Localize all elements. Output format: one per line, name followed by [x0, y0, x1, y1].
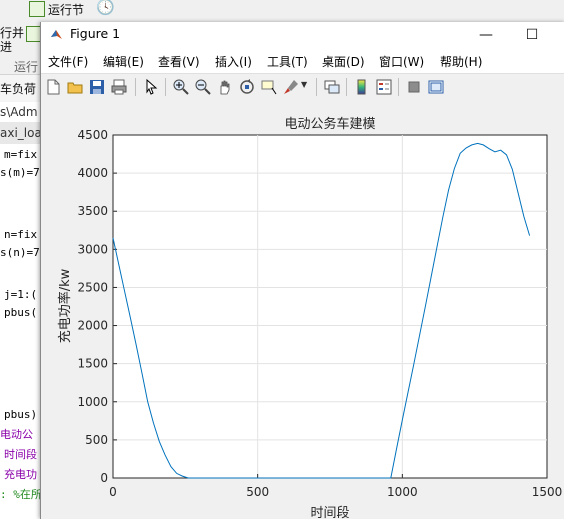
x-axis-label: 时间段 [310, 506, 349, 519]
run-section-icon[interactable] [29, 1, 45, 17]
matlab-logo-icon [51, 30, 62, 39]
minimize-button[interactable]: — [463, 22, 509, 48]
code-line: 时间段 [4, 448, 37, 461]
y-tick-label: 1000 [77, 395, 108, 409]
pan-icon[interactable] [216, 78, 234, 96]
data-cursor-icon[interactable] [260, 78, 278, 96]
chart-title: 电动公务车建模 [284, 116, 375, 132]
new-figure-icon[interactable] [44, 78, 62, 96]
y-tick-label: 0 [100, 471, 108, 485]
menu-file[interactable]: 文件(F) [48, 53, 88, 70]
y-tick-label: 4000 [77, 166, 108, 180]
clock-icon[interactable]: 🕓 [96, 0, 115, 16]
menu-desktop[interactable]: 桌面(D) [322, 53, 365, 70]
figure-title: Figure 1 [70, 26, 121, 41]
y-tick-label: 4500 [77, 128, 108, 142]
brush-icon[interactable] [282, 78, 300, 96]
code-line: 电动公 [0, 428, 33, 441]
y-axis-label: 充电功率/kw [57, 268, 73, 343]
y-tick-label: 2000 [77, 319, 108, 333]
figure-titlebar[interactable]: Figure 1 — ☐ [41, 22, 564, 48]
y-tick-label: 1500 [77, 357, 108, 371]
plot-area[interactable]: 0 500 1000 1500 0 500 1000 1500 2000 2500 3000 3500… [41, 100, 564, 519]
menu-insert[interactable]: 插入(I) [215, 53, 252, 70]
toolbar-separator [398, 78, 399, 96]
save-icon[interactable] [88, 78, 106, 96]
brush-dropdown-icon[interactable]: ▼ [301, 80, 307, 89]
menu-help[interactable]: 帮助(H) [440, 53, 482, 70]
code-line: s(m)=7 [0, 166, 40, 179]
rotate-icon[interactable] [238, 78, 256, 96]
toolbar-separator [165, 78, 166, 96]
menu-bar: 文件(F) 编辑(E) 查看(V) 插入(I) 工具(T) 桌面(D) 窗口(W… [41, 49, 564, 71]
code-line: s(n)=7 [0, 246, 40, 259]
run-section-button[interactable]: 运行节 [48, 1, 84, 18]
menu-edit[interactable]: 编辑(E) [103, 53, 144, 70]
figure-window[interactable]: Figure 1 — ☐ 文件(F) 编辑(E) 查看(V) 插入(I) 工具(… [40, 22, 564, 519]
code-editor[interactable]: m=fix s(m)=7 n=fix s(n)=7 j=1:( pbus( pb… [0, 144, 42, 519]
link-plot-icon[interactable] [323, 78, 341, 96]
y-tick-label: 500 [85, 433, 108, 447]
x-tick-label: 500 [246, 485, 269, 499]
code-line: pbus) [4, 408, 38, 421]
menu-view[interactable]: 查看(V) [158, 53, 200, 70]
code-line: 充电功 [4, 468, 37, 481]
y-tick-label: 3500 [77, 204, 108, 218]
pointer-icon[interactable] [142, 78, 160, 96]
toolbar-separator [135, 78, 136, 96]
menu-window[interactable]: 窗口(W) [379, 53, 424, 70]
print-icon[interactable] [110, 78, 128, 96]
hide-tools-icon[interactable] [405, 78, 423, 96]
toolbar-separator [346, 78, 347, 96]
code-line: m=fix [4, 148, 38, 161]
menu-tools[interactable]: 工具(T) [267, 53, 308, 70]
line-chart[interactable]: 0 500 1000 1500 0 500 1000 1500 2000 2500 3000 3500… [41, 100, 564, 519]
legend-icon[interactable] [375, 78, 393, 96]
x-tick-label: 1000 [387, 485, 418, 499]
x-tick-label: 0 [109, 485, 117, 499]
show-tools-icon[interactable] [427, 78, 445, 96]
x-tick-label: 1500 [532, 485, 563, 499]
colorbar-icon[interactable] [353, 78, 371, 96]
toolbar-separator [316, 78, 317, 96]
maximize-button[interactable]: ☐ [509, 22, 555, 48]
code-line: n=fix [4, 228, 38, 241]
axes-box [112, 134, 548, 479]
figure-toolbar: ▼ [41, 73, 564, 101]
y-tick-label: 2500 [77, 280, 108, 294]
code-line: : %在所 [0, 488, 42, 501]
open-file-icon[interactable] [66, 78, 84, 96]
code-line: j=1:( [4, 288, 38, 301]
run-group-label: 运行 [14, 60, 39, 74]
y-tick-label: 3000 [77, 242, 108, 256]
code-line: pbus( [4, 306, 38, 319]
left-partial-label: 车负荷 [0, 82, 37, 96]
zoom-out-icon[interactable] [194, 78, 212, 96]
zoom-in-icon[interactable] [172, 78, 190, 96]
ribbon-partial-label-2[interactable]: 进 [0, 38, 12, 55]
